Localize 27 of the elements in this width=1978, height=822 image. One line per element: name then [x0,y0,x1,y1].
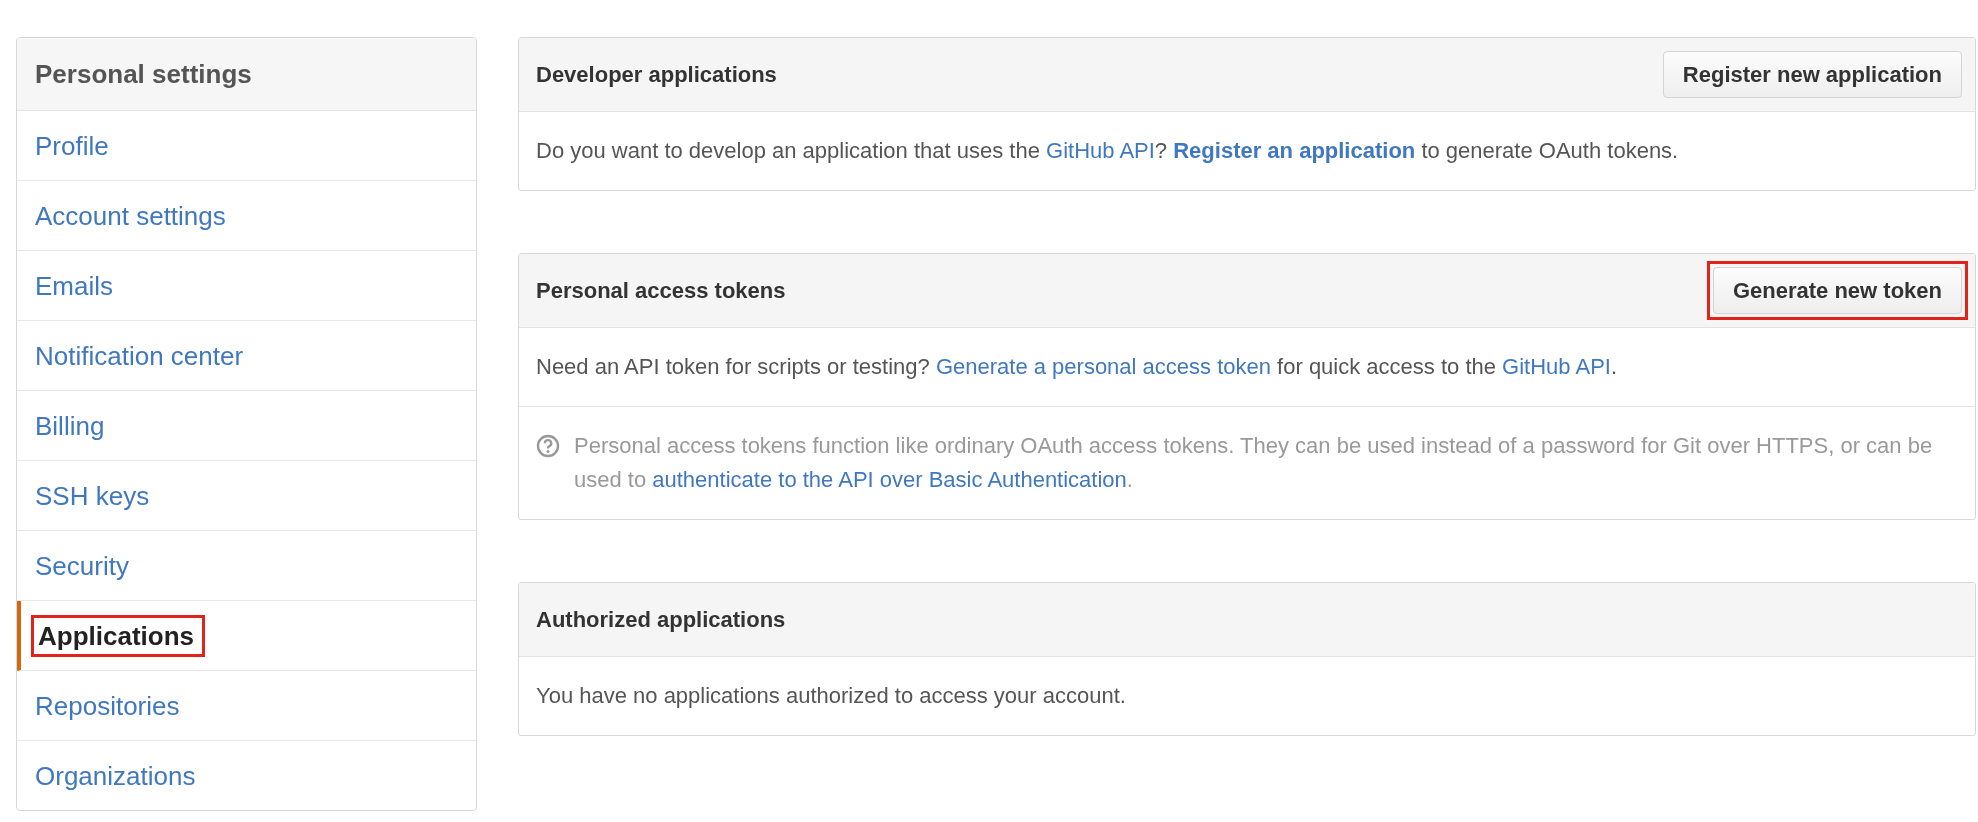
panel-title: Authorized applications [536,606,786,633]
header-button[interactable]: Register new application [1662,51,1962,98]
description-text: Need an API token for scripts or testing? Generate a personal access token for quick access to the GitHub API. [536,353,1618,381]
sidebar-item[interactable]: Security [17,531,476,601]
sidebar-item[interactable]: Applications [17,601,476,671]
sidebar-item[interactable]: Account settings [17,181,476,251]
sidebar-item[interactable]: Notification center [17,321,476,391]
description-text: You have no applications authorized to access your account. [536,682,1126,710]
header-button[interactable]: Generate new token [1712,267,1962,314]
panel-title: Developer applications [536,61,777,88]
sidebar-item[interactable]: Emails [17,251,476,321]
link[interactable]: authenticate to the API over Basic Authentication [652,467,1127,492]
sidebar-item[interactable]: Organizations [17,741,476,810]
highlight-frame: Applications [31,615,205,657]
link[interactable]: GitHub API [1502,354,1611,379]
note-text: Personal access tokens function like ordinary OAuth access tokens. They can be used instead of a password for Git over HTTPS, or can be used to authenticate to the API over Basic Authentication. [574,432,1934,494]
description-text: Do you want to develop an application that uses the GitHub API? Register an application to generate OAuth tokens. [536,137,1679,165]
sidebar-item[interactable]: SSH keys [17,461,476,531]
sidebar-heading: Personal settings [17,38,476,111]
help-icon [536,434,560,458]
link[interactable]: Generate a personal access token [935,354,1271,379]
link[interactable]: GitHub API [1046,138,1155,163]
sidebar-item[interactable]: Billing [17,391,476,461]
sidebar-item[interactable]: Profile [17,111,476,181]
link[interactable]: Register an application [1173,138,1416,163]
sidebar-item[interactable]: Repositories [17,671,476,741]
panel-title: Personal access tokens [536,277,786,304]
